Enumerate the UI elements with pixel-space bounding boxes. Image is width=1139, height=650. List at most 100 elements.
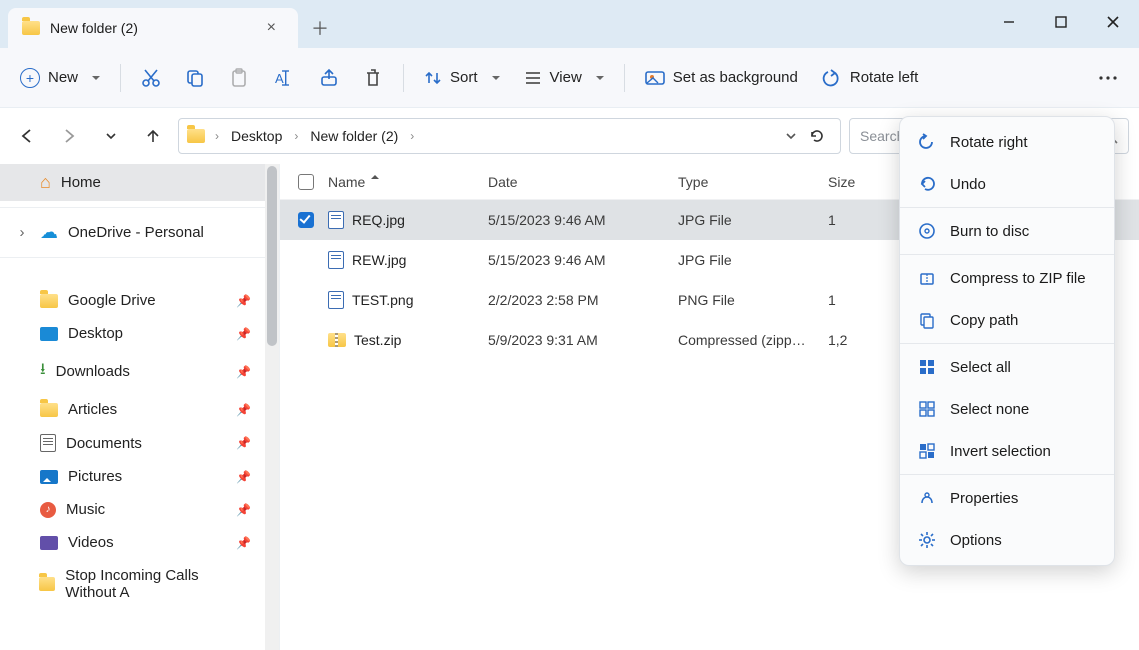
pin-icon[interactable]: 📌: [236, 470, 251, 484]
videos-icon: [40, 536, 58, 550]
menu-copy-path[interactable]: Copy path: [900, 299, 1114, 341]
sort-ascending-icon: [371, 174, 379, 190]
svg-text:A: A: [275, 71, 284, 86]
file-icon: [328, 291, 344, 309]
select-all-checkbox[interactable]: [298, 174, 314, 190]
pictures-icon: [40, 470, 58, 484]
disc-icon: [918, 222, 936, 240]
file-name: TEST.png: [352, 292, 413, 308]
ellipsis-icon: [1097, 69, 1119, 87]
column-header-size[interactable]: Size: [820, 174, 900, 190]
cut-button[interactable]: [131, 62, 171, 94]
pin-icon[interactable]: 📌: [236, 503, 251, 517]
set-background-button[interactable]: Set as background: [635, 63, 808, 93]
sidebar-item-google-drive[interactable]: Google Drive📌: [0, 284, 265, 317]
close-tab-icon[interactable]: ×: [259, 15, 284, 41]
menu-compress-zip[interactable]: Compress to ZIP file: [900, 257, 1114, 299]
minimize-button[interactable]: [983, 0, 1035, 44]
pin-icon[interactable]: 📌: [236, 365, 251, 379]
sidebar-item-folder[interactable]: Stop Incoming Calls Without A: [0, 559, 265, 609]
file-type: JPG File: [670, 212, 820, 228]
pin-icon[interactable]: 📌: [236, 403, 251, 417]
file-name: REW.jpg: [352, 252, 406, 268]
window-tab[interactable]: New folder (2) ×: [8, 8, 298, 48]
folder-icon: [39, 577, 56, 591]
scrollbar-thumb[interactable]: [267, 166, 277, 346]
up-button[interactable]: [136, 119, 170, 153]
maximize-button[interactable]: [1035, 0, 1087, 44]
sidebar-item-videos[interactable]: Videos📌: [0, 526, 265, 559]
refresh-button[interactable]: [808, 127, 826, 145]
menu-undo[interactable]: Undo: [900, 163, 1114, 205]
menu-select-none[interactable]: Select none: [900, 388, 1114, 430]
share-button[interactable]: [309, 62, 349, 94]
delete-button[interactable]: [353, 62, 393, 94]
pin-icon[interactable]: 📌: [236, 436, 251, 450]
menu-properties[interactable]: Properties: [900, 477, 1114, 519]
titlebar: New folder (2) × ＋: [0, 0, 1139, 48]
zip-icon: [328, 333, 346, 347]
file-date: 5/9/2023 9:31 AM: [480, 332, 670, 348]
copy-button[interactable]: [175, 62, 215, 94]
sidebar-item-pictures[interactable]: Pictures📌: [0, 460, 265, 493]
sort-button[interactable]: Sort: [414, 63, 510, 93]
pin-icon[interactable]: 📌: [236, 294, 251, 308]
sidebar-item-home[interactable]: ⌂ Home: [0, 164, 265, 201]
pin-icon[interactable]: 📌: [236, 327, 251, 341]
pin-icon[interactable]: 📌: [236, 536, 251, 550]
file-size: 1: [820, 212, 900, 228]
rename-button[interactable]: A: [263, 62, 305, 94]
sidebar-item-music[interactable]: ♪Music📌: [0, 493, 265, 526]
expand-icon[interactable]: ›: [14, 224, 30, 241]
chevron-right-icon[interactable]: ›: [292, 129, 300, 143]
sidebar-scrollbar[interactable]: [265, 164, 279, 650]
column-header-type[interactable]: Type: [670, 174, 820, 190]
overflow-menu: Rotate right Undo Burn to disc Compress …: [899, 116, 1115, 566]
close-window-button[interactable]: [1087, 0, 1139, 44]
sidebar-item-downloads[interactable]: ⭳Downloads📌: [0, 350, 265, 393]
breadcrumb-item[interactable]: New folder (2): [304, 124, 404, 148]
more-button[interactable]: [1087, 63, 1129, 93]
row-checkbox[interactable]: [298, 212, 314, 228]
desktop-icon: [40, 327, 58, 341]
view-icon: [524, 69, 542, 87]
back-button[interactable]: [10, 119, 44, 153]
menu-options[interactable]: Options: [900, 519, 1114, 561]
file-date: 5/15/2023 9:46 AM: [480, 252, 670, 268]
recent-locations-button[interactable]: [94, 119, 128, 153]
new-button[interactable]: + New: [10, 62, 110, 94]
column-header-name[interactable]: Name: [320, 174, 480, 190]
menu-invert-selection[interactable]: Invert selection: [900, 430, 1114, 472]
chevron-right-icon[interactable]: ›: [408, 129, 416, 143]
column-header-date[interactable]: Date: [480, 174, 670, 190]
breadcrumb[interactable]: › Desktop › New folder (2) ›: [178, 118, 841, 154]
sidebar-item-documents[interactable]: Documents📌: [0, 426, 265, 460]
sidebar-item-desktop[interactable]: Desktop📌: [0, 317, 265, 350]
new-tab-button[interactable]: ＋: [298, 8, 342, 48]
separator: [120, 64, 121, 92]
navigation-pane: ⌂ Home › ☁ OneDrive - Personal Google Dr…: [0, 164, 280, 650]
file-icon: [328, 211, 344, 229]
file-type: JPG File: [670, 252, 820, 268]
file-name: Test.zip: [354, 332, 401, 348]
breadcrumb-item[interactable]: Desktop: [225, 124, 288, 148]
chevron-right-icon[interactable]: ›: [213, 129, 221, 143]
menu-rotate-right[interactable]: Rotate right: [900, 121, 1114, 163]
plus-icon: +: [20, 68, 40, 88]
menu-burn-disc[interactable]: Burn to disc: [900, 210, 1114, 252]
history-dropdown-button[interactable]: [784, 129, 798, 143]
tab-title: New folder (2): [50, 20, 249, 36]
folder-icon: [40, 294, 58, 308]
toolbar: + New A Sort View Set as background Rota…: [0, 48, 1139, 108]
rotate-right-icon: [918, 133, 936, 151]
rotate-left-button[interactable]: Rotate left: [812, 63, 928, 93]
select-all-icon: [918, 358, 936, 376]
forward-button[interactable]: [52, 119, 86, 153]
sidebar-item-articles[interactable]: Articles📌: [0, 393, 265, 426]
view-button[interactable]: View: [514, 63, 614, 93]
sidebar-item-onedrive[interactable]: › ☁ OneDrive - Personal: [0, 214, 265, 251]
paste-button[interactable]: [219, 62, 259, 94]
select-none-icon: [918, 400, 936, 418]
menu-select-all[interactable]: Select all: [900, 346, 1114, 388]
background-icon: [645, 69, 665, 87]
